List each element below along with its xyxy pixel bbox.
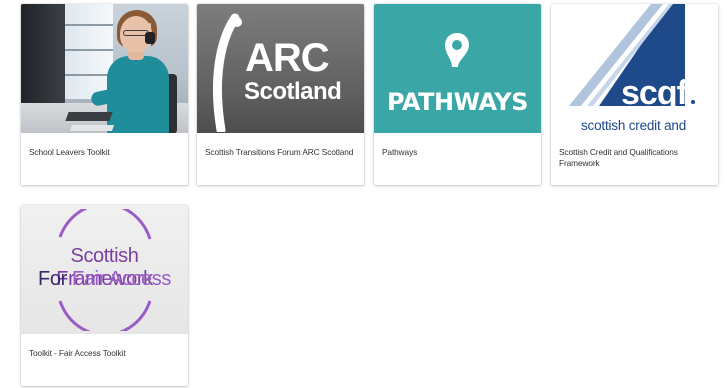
fair-access-logo-line2: For Fair Access: [21, 268, 188, 291]
card-fair-access-toolkit[interactable]: Scottish Framework For Fair Access Toolk…: [21, 205, 188, 386]
arc-logo-subtext: Scotland: [244, 78, 342, 105]
card-caption[interactable]: Scottish Credit and Qualifications Frame…: [551, 133, 718, 185]
card-image-pathways[interactable]: PATHWAYS: [374, 4, 541, 133]
arc-logo-text: ARC: [245, 36, 330, 80]
card-image-scqf[interactable]: scqf scottish credit and: [551, 4, 718, 133]
card-school-leavers-toolkit[interactable]: School Leavers Toolkit: [21, 4, 188, 185]
scqf-stripes-icon: [569, 4, 718, 114]
card-image-school-leavers[interactable]: [21, 4, 188, 133]
card-pathways[interactable]: PATHWAYS Pathways: [374, 4, 541, 185]
fair-access-logo-line2-prefix: For: [38, 268, 72, 290]
card-image-arc-scotland[interactable]: ARC Scotland: [197, 4, 364, 133]
card-image-fair-access[interactable]: Scottish Framework For Fair Access: [21, 205, 188, 334]
card-caption[interactable]: Scottish Transitions Forum ARC Scotland: [197, 133, 364, 185]
card-caption[interactable]: Pathways: [374, 133, 541, 185]
card-caption[interactable]: School Leavers Toolkit: [21, 133, 188, 185]
fair-access-logo-line2-accent: Fair Access: [72, 268, 171, 290]
card-scqf[interactable]: scqf scottish credit and Scottish Credit…: [551, 4, 718, 185]
card-arc-scotland[interactable]: ARC Scotland Scottish Transitions Forum …: [197, 4, 364, 185]
scqf-logo-subtext: scottish credit and: [581, 118, 687, 133]
arc-swoosh-icon: [212, 13, 242, 132]
card-caption[interactable]: Toolkit - Fair Access Toolkit: [21, 334, 188, 386]
location-pin-icon: [445, 33, 469, 67]
scqf-logo-text: scqf: [621, 74, 688, 112]
pathways-logo-text: PATHWAYS: [387, 88, 528, 116]
